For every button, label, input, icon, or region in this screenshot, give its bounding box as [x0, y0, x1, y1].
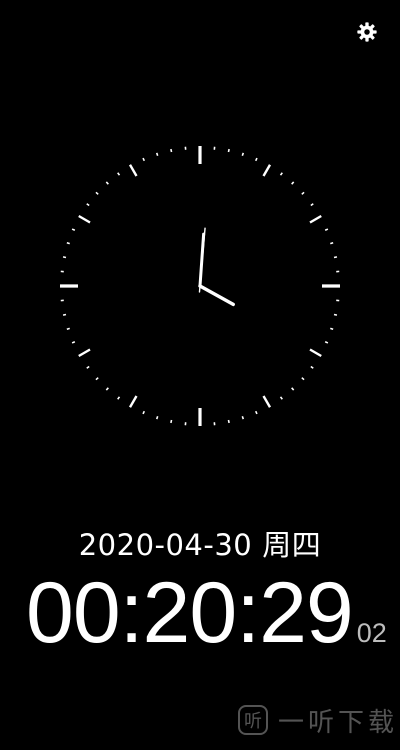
clock-tick-hour [262, 164, 272, 177]
clock-tick-minute [330, 241, 334, 245]
clock-tick-minute [170, 419, 173, 424]
watermark: 听 一听下载 [238, 700, 398, 740]
clock-tick-minute [254, 157, 258, 162]
clock-tick-minute [227, 148, 230, 153]
clock-tick-minute [86, 365, 90, 369]
clock-tick-minute [324, 228, 329, 232]
clock-tick-minute [71, 340, 76, 344]
clock-tick-minute [95, 191, 99, 195]
clock-tick-minute [330, 327, 334, 331]
time-subseconds: 02 [356, 618, 387, 648]
weekday-text: 周四 [262, 528, 322, 562]
clock-tick-minute [170, 148, 173, 153]
clock-tick-minute [333, 313, 338, 316]
clock-tick-minute [142, 157, 146, 162]
clock-tick-minute [279, 172, 283, 176]
clock-tick-minute [62, 313, 67, 316]
date-display: 2020-04-30 周四 [0, 526, 400, 564]
clock-tick-minute [62, 256, 67, 259]
clock-tick-minute [117, 172, 121, 176]
clock-tick-minute [105, 181, 109, 185]
clock-tick-minute [227, 419, 230, 424]
clock-tick-minute [310, 365, 314, 369]
clock-tick-hour [262, 395, 272, 408]
clock-tick-minute [291, 387, 295, 391]
clock-tick-minute [142, 410, 146, 415]
watermark-logo-icon: 听 [238, 705, 268, 735]
settings-button[interactable] [351, 16, 383, 48]
clock-tick-minute [66, 327, 70, 331]
clock-tick-minute [279, 396, 283, 400]
clock-tick-minute [301, 191, 305, 195]
clock-tick-minute [333, 256, 338, 259]
clock-tick-minute [241, 152, 245, 156]
clock-tick-hour [128, 395, 138, 408]
gear-icon [357, 22, 377, 42]
clock-tick-minute [155, 152, 159, 156]
hour-hand [198, 284, 235, 307]
clock-tick-minute [291, 181, 295, 185]
clock-tick-minute [301, 377, 305, 381]
clock-tick-minute [66, 241, 70, 245]
time-display: 00:20:29 02 [26, 568, 387, 658]
date-text: 2020-04-30 [78, 528, 253, 562]
clock-tick-minute [105, 387, 109, 391]
clock-tick-hour [128, 164, 138, 177]
clock-tick-hour [309, 214, 322, 224]
watermark-text: 一听下载 [278, 707, 399, 738]
clock-tick-minute [241, 416, 245, 420]
clock-tick-minute [155, 416, 159, 420]
analog-clock [60, 146, 340, 426]
clock-tick-minute [254, 410, 258, 415]
clock-tick-minute [324, 340, 329, 344]
time-main: 00:20:29 [26, 565, 354, 661]
clock-tick-hour [78, 214, 91, 224]
clock-tick-minute [95, 377, 99, 381]
clock-tick-hour [309, 348, 322, 358]
clock-tick-minute [71, 228, 76, 232]
clock-tick-minute [117, 396, 121, 400]
clock-tick-minute [86, 203, 90, 207]
clock-tick-hour [78, 348, 91, 358]
clock-tick-minute [310, 203, 314, 207]
